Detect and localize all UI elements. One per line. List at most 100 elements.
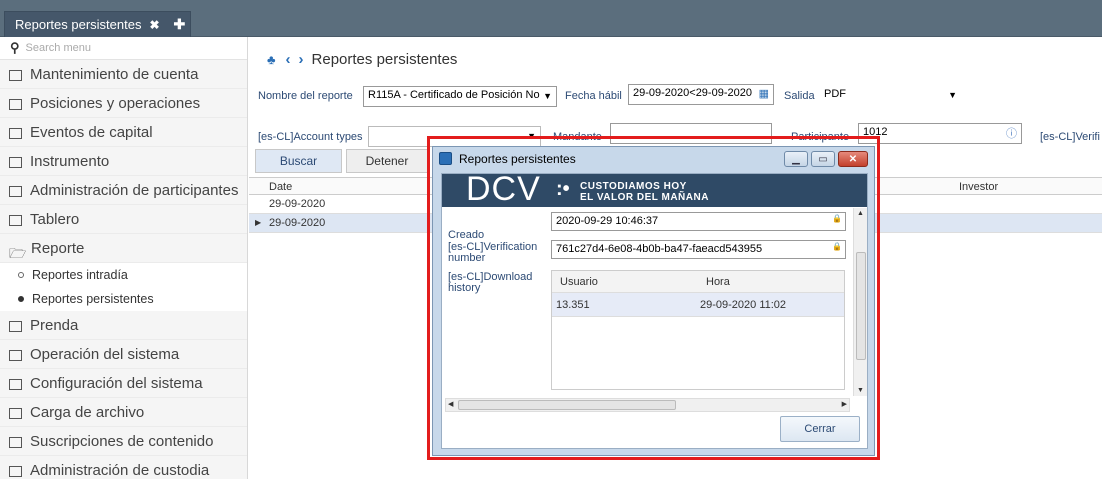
tab-reportes-persistentes[interactable]: Reportes persistentes ✖ ✚: [4, 11, 191, 37]
sitemap-icon[interactable]: ♣: [267, 52, 276, 67]
report-name-select[interactable]: R115A - Certificado de Posición No ▼: [363, 86, 557, 107]
verification-number-field[interactable]: 761c27d4-6e08-4b0b-ba47-faeacd543955 🔒: [551, 240, 846, 259]
row-date: 29-09-2020: [269, 217, 326, 229]
folder-icon: [9, 98, 22, 110]
sidebar-item-posiciones-y-operaciones[interactable]: Posiciones y operaciones: [0, 89, 247, 118]
chevron-down-icon: ▼: [543, 91, 552, 101]
radio-filled-icon: [18, 296, 24, 302]
sidebar-item-prenda[interactable]: Prenda: [0, 311, 247, 340]
output-label: Salida: [784, 90, 815, 102]
sidebar-item-label: Carga de archivo: [30, 403, 145, 421]
stop-button[interactable]: Detener: [346, 149, 428, 173]
sidebar-subitem-reportes-persistentes[interactable]: Reportes persistentes: [0, 287, 247, 311]
date-label: Fecha hábil: [565, 90, 622, 102]
folder-icon: [9, 156, 22, 168]
sidebar-item-carga-de-archivo[interactable]: Carga de archivo: [0, 398, 247, 427]
folder-icon: [9, 69, 22, 81]
scroll-down-icon[interactable]: ▼: [857, 387, 864, 394]
search-placeholder: Search menu: [25, 42, 91, 54]
sidebar-item-tablero[interactable]: Tablero: [0, 205, 247, 234]
back-icon[interactable]: ‹: [286, 51, 291, 68]
report-name-label: Nombre del reporte: [258, 90, 353, 102]
table-row[interactable]: 13.351 29-09-2020 11:02: [552, 293, 844, 317]
sidebar-item-eventos-de-capital[interactable]: Eventos de capital: [0, 118, 247, 147]
tab-label: Reportes persistentes: [15, 17, 142, 32]
dialog-title-bar[interactable]: Reportes persistentes ▁ ▭ ✕: [433, 147, 874, 171]
search-menu-input[interactable]: ⚲ Search menu: [0, 37, 247, 60]
sidebar-subitem-label: Reportes intradía: [32, 268, 128, 282]
close-tab-icon[interactable]: ✖: [149, 18, 159, 32]
created-value: 2020-09-29 10:46:37: [556, 215, 659, 227]
lock-icon: 🔒: [832, 242, 842, 251]
sidebar-item-instrumento[interactable]: Instrumento: [0, 147, 247, 176]
sidebar-item-label: Administración de custodia: [30, 461, 210, 479]
row-pointer-icon: ▶: [255, 218, 262, 227]
reportes-persistentes-dialog: Reportes persistentes ▁ ▭ ✕ DCV :• CUSTO…: [432, 146, 875, 456]
sidebar-item-suscripciones-de-contenido[interactable]: Suscripciones de contenido: [0, 427, 247, 456]
scroll-up-icon[interactable]: ▲: [857, 210, 864, 217]
sidebar-item-label: Prenda: [30, 316, 79, 334]
info-icon[interactable]: ⓘ: [1006, 125, 1017, 141]
sidebar-item-label: Reporte: [31, 239, 85, 257]
output-select[interactable]: PDF ▼: [819, 85, 962, 106]
horizontal-scroll-thumb[interactable]: [458, 400, 676, 410]
sidebar-item-administracion-de-custodia[interactable]: Administración de custodia: [0, 456, 247, 479]
sidebar-item-label: Posiciones y operaciones: [30, 94, 201, 112]
sidebar-item-administracion-de-participantes[interactable]: Administración de participantes: [0, 176, 247, 205]
dcv-banner: DCV :• CUSTODIAMOS HOY EL VALOR DEL MAÑA…: [442, 170, 867, 208]
vertical-scrollbar[interactable]: ▲ ▼: [853, 208, 867, 396]
lock-icon: 🔒: [832, 214, 842, 223]
close-window-button[interactable]: ✕: [838, 151, 868, 167]
radio-empty-icon: [18, 272, 24, 278]
banner-line-2: EL VALOR DEL MAÑANA: [580, 192, 709, 203]
sidebar-item-reporte[interactable]: 🗁 Reporte: [0, 234, 247, 263]
sidebar-subitem-reportes-intradia[interactable]: Reportes intradía: [0, 263, 247, 287]
column-hora[interactable]: Hora: [706, 276, 730, 288]
sidebar-item-label: Tablero: [30, 210, 80, 228]
download-history-label-2: history: [448, 282, 481, 294]
horizontal-scrollbar[interactable]: ◀ ▶: [445, 398, 850, 412]
sidebar-item-label: Administración de participantes: [30, 181, 239, 199]
sidebar-item-operacion-del-sistema[interactable]: Operación del sistema: [0, 340, 247, 369]
account-types-label: [es-CL]Account types: [258, 131, 363, 143]
sidebar-item-configuracion-del-sistema[interactable]: Configuración del sistema: [0, 369, 247, 398]
participante-input[interactable]: 1012 ⓘ: [858, 123, 1022, 144]
add-tab-icon[interactable]: ✚: [174, 16, 186, 33]
folder-icon: [9, 185, 22, 197]
sidebar-subitem-label: Reportes persistentes: [32, 292, 154, 306]
search-button[interactable]: Buscar: [255, 149, 342, 173]
date-range-input[interactable]: 29-09-2020<29-09-2020 ▦: [628, 84, 774, 105]
dcv-logo: DCV: [466, 170, 541, 208]
verification-label-2: number: [448, 252, 486, 264]
page-title: Reportes persistentes: [311, 51, 458, 68]
cerrar-button[interactable]: Cerrar: [780, 416, 860, 442]
vertical-scroll-thumb[interactable]: [856, 252, 866, 360]
row-date: 29-09-2020: [269, 198, 326, 210]
created-field[interactable]: 2020-09-29 10:46:37 🔒: [551, 212, 846, 231]
logo-dots: :•: [556, 178, 570, 200]
created-label: Creado: [448, 229, 485, 241]
column-investor[interactable]: Investor: [959, 181, 998, 193]
column-date[interactable]: Date: [269, 181, 292, 193]
search-icon: ⚲: [10, 40, 20, 55]
maximize-button[interactable]: ▭: [811, 151, 835, 167]
folder-icon: [9, 127, 22, 139]
dialog-body: DCV :• CUSTODIAMOS HOY EL VALOR DEL MAÑA…: [441, 170, 868, 449]
breadcrumb: ♣ ‹ › Reportes persistentes: [267, 51, 457, 68]
scroll-right-icon[interactable]: ▶: [842, 400, 847, 408]
output-value: PDF: [824, 88, 846, 100]
date-range-value: 29-09-2020<29-09-2020: [633, 87, 752, 99]
history-user: 13.351: [556, 299, 590, 311]
folder-icon: [9, 407, 22, 419]
minimize-button[interactable]: ▁: [784, 151, 808, 167]
scroll-left-icon[interactable]: ◀: [448, 400, 453, 408]
folder-icon: [9, 214, 22, 226]
history-time: 29-09-2020 11:02: [700, 299, 787, 311]
forward-icon[interactable]: ›: [299, 51, 304, 68]
sidebar-item-mantenimiento-de-cuenta[interactable]: Mantenimiento de cuenta: [0, 60, 247, 89]
sidebar-item-label: Eventos de capital: [30, 123, 153, 141]
banner-line-1: CUSTODIAMOS HOY: [580, 181, 687, 192]
column-usuario[interactable]: Usuario: [560, 276, 598, 288]
folder-icon: [9, 465, 22, 477]
calendar-icon[interactable]: ▦: [759, 87, 769, 100]
